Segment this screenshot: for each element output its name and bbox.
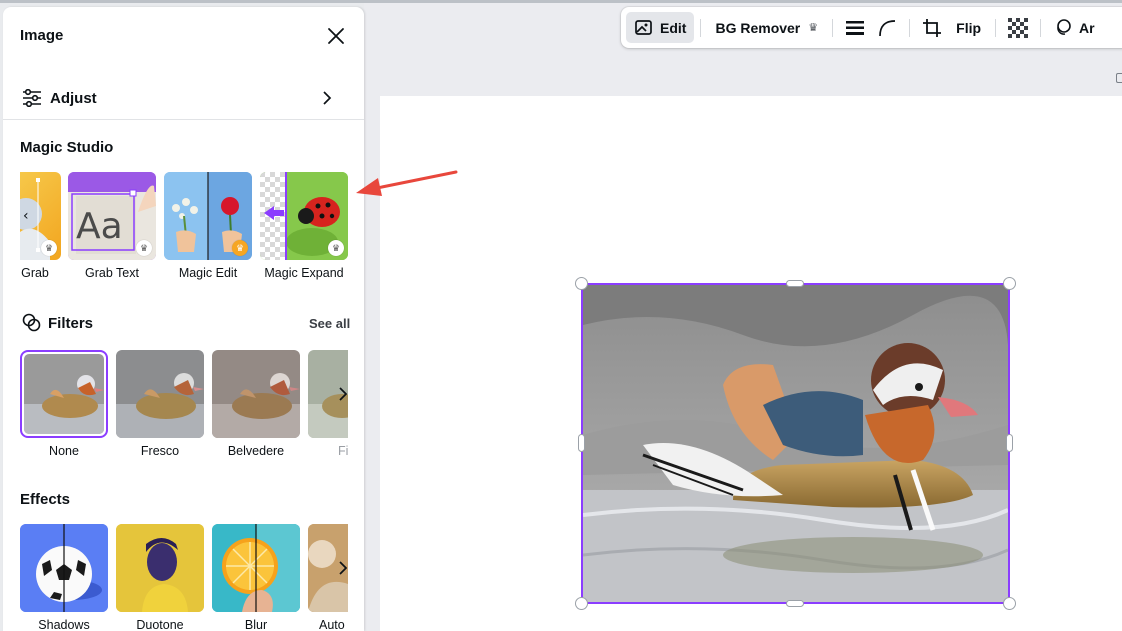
magic-expand-label: Magic Expand [264, 266, 344, 280]
svg-text:‹: ‹ [23, 208, 29, 224]
animate-icon [1057, 18, 1071, 35]
portrait-thumbnail [116, 524, 204, 612]
effect-duotone-tile[interactable] [116, 524, 204, 612]
selected-image[interactable] [581, 283, 1010, 604]
crop-button[interactable] [921, 17, 943, 39]
resize-handle-top-left[interactable] [575, 277, 588, 290]
filter-belvedere-label: Belvedere [227, 444, 285, 458]
effect-shadows-tile[interactable] [20, 524, 108, 612]
filters-icon [22, 313, 41, 332]
magic-grab-tile[interactable]: ‹ ♛ [20, 172, 61, 260]
chevron-right-icon [339, 561, 347, 575]
magic-edit-label: Magic Edit [178, 266, 238, 280]
magic-studio-heading: Magic Studio [20, 139, 114, 156]
effect-blur-tile[interactable] [212, 524, 300, 612]
image-edit-icon [635, 19, 652, 35]
crown-icon: ♛ [232, 240, 248, 256]
edit-button[interactable]: Edit [626, 12, 695, 43]
close-button[interactable] [325, 25, 347, 47]
adjust-row[interactable]: Adjust [3, 77, 364, 119]
soccer-ball-thumbnail [20, 524, 108, 612]
magic-edit-tile[interactable]: ♛ [164, 172, 252, 260]
crop-icon [923, 18, 942, 37]
toolbar-overflow-icon [1116, 73, 1122, 83]
toolbar-divider [995, 18, 997, 37]
divider [3, 119, 364, 120]
resize-handle-left[interactable] [578, 434, 585, 452]
filter-fresco-label: Fresco [140, 444, 180, 458]
filters-see-all-link[interactable]: See all [309, 316, 350, 331]
transparency-icon [1008, 17, 1029, 38]
sliders-icon [23, 89, 41, 107]
corner-rounding-button[interactable] [876, 17, 898, 39]
image-edit-panel: Image Adjust Magic Studio ‹ ♛ Grab Aa ♛ … [3, 7, 364, 631]
toolbar-divider [909, 18, 911, 37]
resize-handle-top-right[interactable] [1003, 277, 1016, 290]
bg-remover-button[interactable]: BG Remover ♛ [707, 12, 826, 43]
toolbar-divider [700, 18, 702, 37]
toolbar-divider [832, 18, 834, 37]
filter-belvedere-tile[interactable] [212, 350, 300, 438]
line-weight-icon [846, 20, 865, 35]
svg-text:Aa: Aa [76, 206, 123, 247]
panel-title: Image [20, 27, 64, 44]
close-icon [328, 28, 344, 44]
orange-slice-thumbnail [212, 524, 300, 612]
filter-none-label: None [49, 444, 79, 458]
filter-none-tile[interactable] [20, 350, 108, 438]
image-toolbar: Edit BG Remover ♛ Flip Ar [621, 7, 1122, 48]
border-style-button[interactable] [844, 17, 866, 39]
crown-icon: ♛ [328, 240, 344, 256]
crown-icon: ♛ [41, 240, 57, 256]
filters-heading: Filters [48, 315, 94, 332]
resize-handle-bottom[interactable] [786, 600, 804, 607]
effects-next-button[interactable] [333, 554, 353, 582]
resize-handle-right[interactable] [1006, 434, 1013, 452]
filter-next-label: Fi [338, 444, 348, 458]
duck-thumbnail [24, 354, 104, 434]
annotation-arrow [356, 170, 458, 196]
effect-blur-label: Blur [244, 618, 268, 631]
animate-label: Ar [1079, 19, 1095, 36]
effect-next-label: Auto [319, 618, 345, 631]
toolbar-divider [1040, 18, 1042, 37]
bg-remover-label: BG Remover [715, 19, 801, 36]
adjust-label: Adjust [50, 89, 97, 107]
crown-icon: ♛ [808, 22, 819, 34]
transparency-button[interactable] [1007, 17, 1029, 39]
resize-handle-bottom-right[interactable] [1003, 597, 1016, 610]
corner-radius-icon [879, 19, 896, 36]
effect-duotone-label: Duotone [136, 618, 184, 631]
mandarin-duck-photo [583, 285, 1008, 602]
resize-handle-top[interactable] [786, 280, 804, 287]
chevron-right-icon [339, 387, 347, 401]
magic-expand-tile[interactable]: ♛ [260, 172, 348, 260]
duck-thumbnail [212, 350, 300, 438]
chevron-right-icon [323, 91, 332, 105]
crown-icon: ♛ [136, 240, 152, 256]
filters-next-button[interactable] [333, 380, 353, 408]
effect-shadows-label: Shadows [38, 618, 90, 631]
effects-heading: Effects [20, 491, 71, 508]
flip-button[interactable]: Flip [948, 12, 989, 43]
animate-button[interactable]: Ar [1047, 12, 1103, 43]
edit-label: Edit [660, 19, 687, 36]
grab-text-tile[interactable]: Aa ♛ [68, 172, 156, 260]
flip-label: Flip [956, 19, 982, 36]
duck-thumbnail [116, 350, 204, 438]
filter-fresco-tile[interactable] [116, 350, 204, 438]
resize-handle-bottom-left[interactable] [575, 597, 588, 610]
grab-text-label: Grab Text [85, 266, 139, 280]
